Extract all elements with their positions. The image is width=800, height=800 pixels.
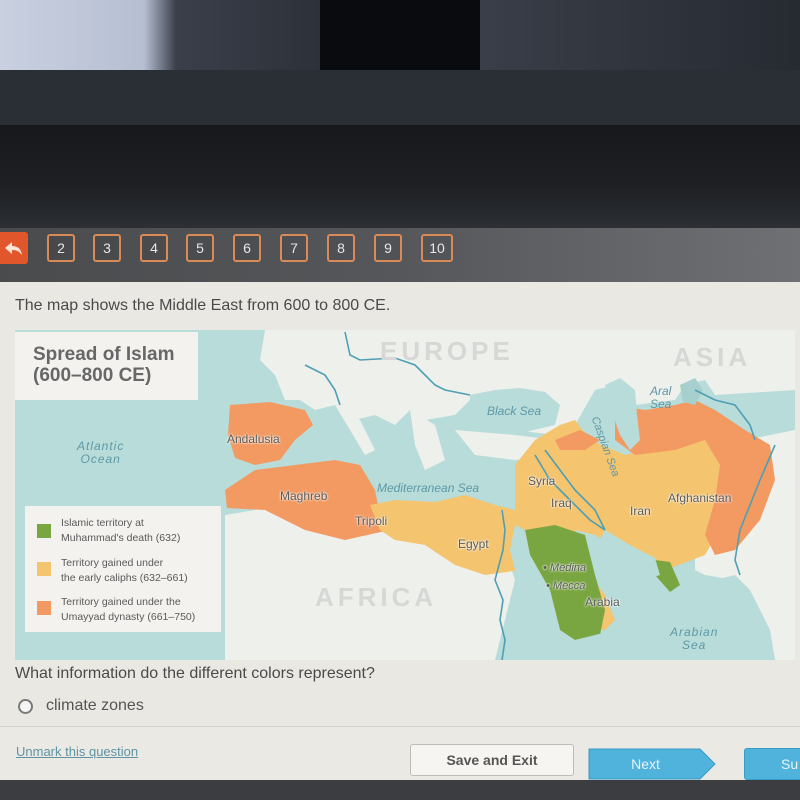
legend-caliphs-line1: Territory gained under xyxy=(61,557,164,569)
map-title-line1: Spread of Islam xyxy=(33,344,175,365)
map-figure: Spread of Islam (600–800 CE) EUROPE ASIA… xyxy=(15,330,795,660)
label-arabia: Arabia xyxy=(585,595,620,609)
legend-umayyad-line1: Territory gained under the xyxy=(61,596,181,608)
label-atlantic-ocean: Atlantic Ocean xyxy=(77,440,124,466)
legend-item-umayyad: Territory gained under the Umayyad dynas… xyxy=(61,595,231,625)
legend-swatch-muhammad xyxy=(37,524,51,538)
label-europe: EUROPE xyxy=(380,336,514,366)
map-title-line2: (600–800 CE) xyxy=(33,365,152,386)
label-iran: Iran xyxy=(630,504,651,518)
question-number-5[interactable]: 5 xyxy=(186,234,214,262)
question-number-9[interactable]: 9 xyxy=(374,234,402,262)
legend-swatch-early-caliphs xyxy=(37,562,51,576)
legend-umayyad-line2: Umayyad dynasty (661–750) xyxy=(61,611,196,623)
next-button[interactable]: Next xyxy=(588,748,716,780)
question-number-8[interactable]: 8 xyxy=(327,234,355,262)
back-button[interactable] xyxy=(0,232,28,264)
legend-caliphs-line2: the early caliphs (632–661) xyxy=(61,572,188,584)
map-title: Spread of Islam (600–800 CE) xyxy=(15,332,198,400)
monitor-bottom-bezel xyxy=(0,780,800,800)
label-africa: AFRICA xyxy=(315,582,438,612)
legend-item-early-caliphs: Territory gained under the early caliphs… xyxy=(61,556,231,586)
question-text: What information do the different colors… xyxy=(15,665,375,682)
submit-button[interactable]: Su xyxy=(744,748,800,780)
label-black-sea: Black Sea xyxy=(487,404,542,418)
room-background xyxy=(0,0,800,70)
undo-arrow-icon xyxy=(5,242,22,255)
question-number-2[interactable]: 2 xyxy=(47,234,75,262)
atlantic-line2: Ocean xyxy=(80,452,121,466)
label-tripoli: Tripoli xyxy=(355,514,388,528)
legend-muhammad-line2: Muhammad's death (632) xyxy=(61,532,181,544)
label-iraq: Iraq xyxy=(551,496,572,510)
monitor-frame xyxy=(0,70,800,125)
answer-option-climate-zones[interactable]: climate zones xyxy=(18,697,144,715)
legend-swatch-umayyad xyxy=(37,601,51,615)
radio-button[interactable] xyxy=(18,698,33,714)
question-number-6[interactable]: 6 xyxy=(233,234,261,262)
map-legend: Islamic territory at Muhammad's death (6… xyxy=(25,506,221,632)
label-afghanistan: Afghanistan xyxy=(668,491,732,505)
legend-item-muhammad: Islamic territory at Muhammad's death (6… xyxy=(61,516,231,546)
label-egypt: Egypt xyxy=(458,537,489,551)
label-maghreb: Maghreb xyxy=(280,489,328,503)
question-number-4[interactable]: 4 xyxy=(140,234,168,262)
label-mediterranean-sea: Mediterranean Sea xyxy=(377,481,480,495)
medina-text: Medina xyxy=(549,562,586,574)
unmark-question-link[interactable]: Unmark this question xyxy=(16,744,138,759)
aral-line2: Sea xyxy=(650,397,672,411)
question-number-3[interactable]: 3 xyxy=(93,234,121,262)
monitor-bezel xyxy=(0,125,800,230)
question-prompt: The map shows the Middle East from 600 t… xyxy=(15,297,391,314)
question-number-10[interactable]: 10 xyxy=(421,234,453,262)
arabian-line2: Sea xyxy=(682,638,707,652)
label-mecca: • Mecca xyxy=(546,580,586,592)
next-label: Next xyxy=(631,756,660,772)
save-and-exit-button[interactable]: Save and Exit xyxy=(410,744,574,776)
label-arabian-sea: Arabian Sea xyxy=(670,626,718,652)
label-andalusia: Andalusia xyxy=(227,432,280,446)
question-number-7[interactable]: 7 xyxy=(280,234,308,262)
label-asia: ASIA xyxy=(673,342,752,372)
label-syria: Syria xyxy=(528,474,556,488)
label-aral-sea: Aral Sea xyxy=(650,385,671,411)
answer-option-label: climate zones xyxy=(46,697,144,714)
legend-muhammad-line1: Islamic territory at xyxy=(61,517,144,529)
mecca-text: Mecca xyxy=(552,580,586,592)
label-medina: • Medina xyxy=(543,562,586,574)
